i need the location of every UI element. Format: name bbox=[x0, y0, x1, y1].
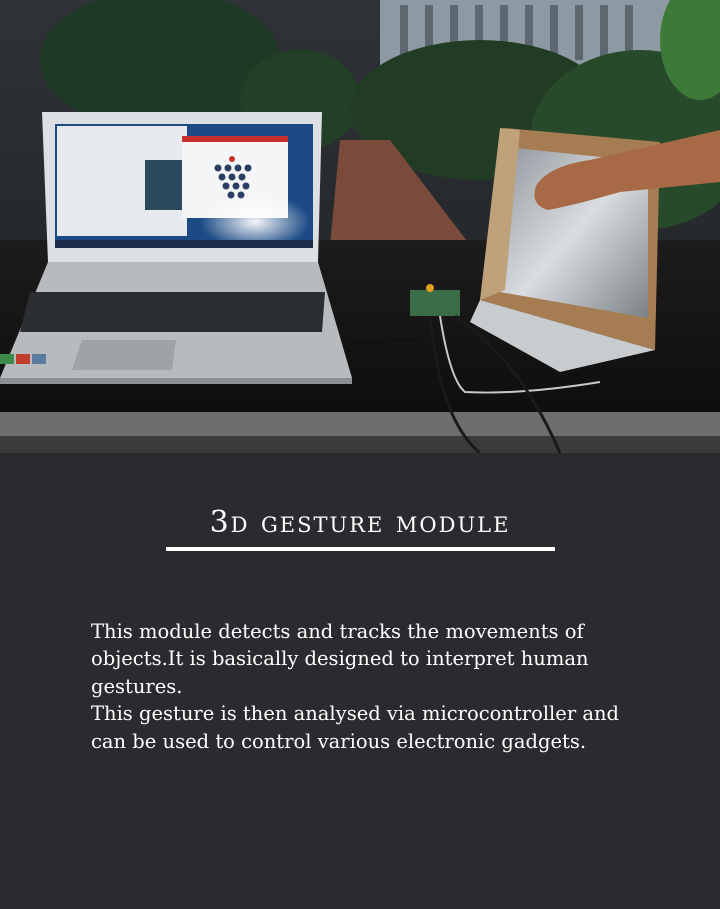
content-panel: 3d gesture module This module detects an… bbox=[0, 453, 720, 909]
description-paragraph: This module detects and tracks the movem… bbox=[91, 620, 589, 698]
description: This module detects and tracks the movem… bbox=[91, 618, 651, 755]
page-title: 3d gesture module bbox=[209, 505, 511, 540]
hero-photo bbox=[0, 0, 720, 453]
title-underline bbox=[166, 547, 555, 551]
description-paragraph: This gesture is then analysed via microc… bbox=[91, 702, 620, 753]
